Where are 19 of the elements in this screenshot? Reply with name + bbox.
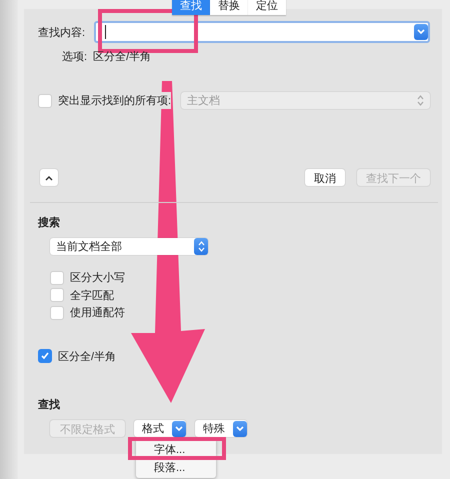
popup-button[interactable]: 格式	[134, 420, 186, 437]
tab[interactable]: 查找	[172, 0, 210, 15]
find-label: 查找内容:	[38, 26, 86, 40]
options-value: 区分全/半角	[93, 50, 152, 64]
checkbox-label: 区分全/半角	[58, 350, 116, 364]
menu-item[interactable]: 段落...	[154, 460, 186, 474]
section-heading: 查找	[38, 398, 60, 412]
checkbox-label: 区分大小写	[70, 271, 125, 286]
tab[interactable]: 定位	[248, 0, 286, 15]
search-scope-select[interactable]: 当前文档全部	[50, 238, 208, 255]
options-label: 选项:	[62, 50, 88, 64]
checkbox-label: 全字匹配	[70, 288, 114, 303]
popup-button[interactable]: 特殊	[195, 420, 247, 437]
action-button[interactable]: 取消	[305, 169, 345, 186]
menu-item[interactable]: 字体...	[154, 442, 186, 456]
highlight-label: 突出显示找到的所有项:	[58, 92, 172, 109]
checkbox-label: 使用通配符	[70, 306, 125, 320]
tab[interactable]: 替换	[210, 0, 248, 15]
section-heading: 搜索	[38, 216, 60, 230]
